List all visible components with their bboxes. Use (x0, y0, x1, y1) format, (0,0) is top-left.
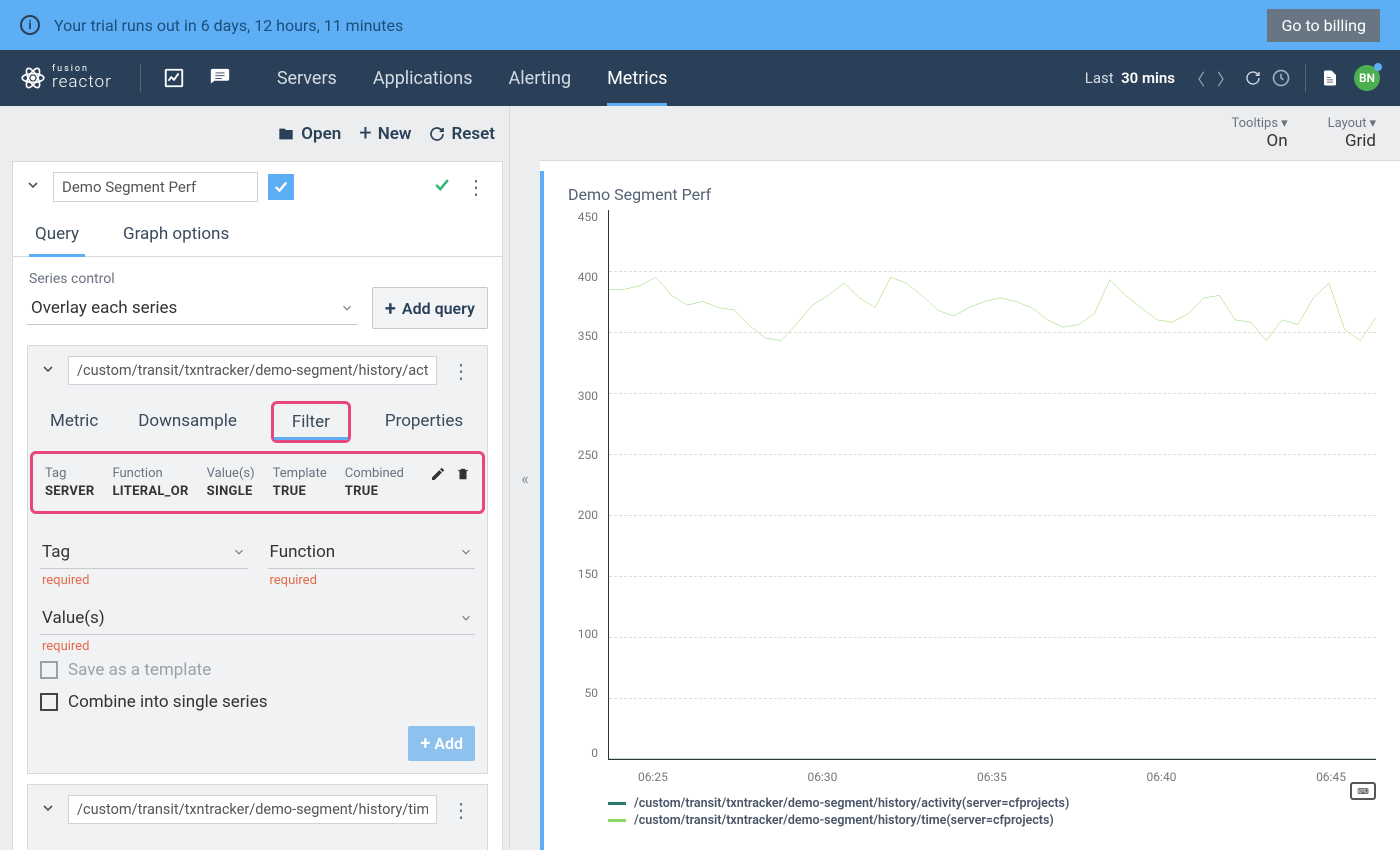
filter-summary-row: TagSERVER FunctionLITERAL_OR Value(s)SIN… (30, 451, 485, 514)
reset-button[interactable]: Reset (429, 124, 495, 144)
combine-checkbox[interactable] (40, 693, 58, 711)
chart: Demo Segment Perf 4504003503002502001501… (540, 171, 1400, 850)
billing-button[interactable]: Go to billing (1267, 9, 1380, 42)
open-button[interactable]: Open (277, 124, 341, 144)
save-template-checkbox[interactable] (40, 661, 58, 679)
query-title-input[interactable] (53, 172, 258, 202)
layout-toggle[interactable]: Layout ▾ Grid (1328, 116, 1376, 151)
collapse-icon[interactable] (25, 177, 43, 197)
time-prev-icon[interactable]: 〈 (1183, 64, 1211, 92)
function-select[interactable]: Function (268, 536, 476, 569)
nav-applications[interactable]: Applications (355, 50, 491, 106)
tab-graph-options[interactable]: Graph options (117, 212, 235, 256)
add-filter-button[interactable]: +Add (408, 726, 475, 761)
qb1-tab-filter[interactable]: Filter (271, 401, 351, 443)
values-select[interactable]: Value(s) (40, 602, 475, 635)
document-icon[interactable] (1316, 64, 1344, 92)
chart-title: Demo Segment Perf (568, 185, 1376, 204)
top-nav: fusion reactor Servers Applications Aler… (0, 50, 1400, 106)
qb1-tab-downsample[interactable]: Downsample (132, 401, 243, 443)
qb2-tab-metric[interactable]: Metric (44, 840, 104, 850)
avatar[interactable]: BN (1354, 65, 1380, 91)
time-range[interactable]: Last 30 mins (1085, 69, 1175, 87)
trial-message: Your trial runs out in 6 days, 12 hours,… (54, 16, 403, 35)
enabled-checkbox[interactable] (268, 174, 294, 200)
series-control-select[interactable]: Overlay each series (27, 292, 358, 325)
nav-alerting[interactable]: Alerting (491, 50, 590, 106)
qb2-collapse-icon[interactable] (40, 800, 58, 820)
edit-filter-icon[interactable] (430, 466, 446, 486)
brand-logo[interactable]: fusion reactor (20, 65, 112, 91)
info-icon: i (20, 15, 40, 35)
qb2-path-input[interactable] (68, 795, 437, 824)
qb1-tab-properties[interactable]: Properties (379, 401, 469, 443)
query-card: ⋮ Query Graph options Series control Ove… (12, 161, 503, 850)
card-menu-icon[interactable]: ⋮ (462, 182, 490, 192)
tooltips-toggle[interactable]: Tooltips ▾ On (1232, 116, 1288, 151)
new-button[interactable]: +New (359, 121, 411, 146)
query-block-1: ⋮ Metric Downsample Filter Properties Ta… (27, 345, 488, 774)
qb2-tab-downsample[interactable]: Downsample (132, 840, 243, 850)
delete-filter-icon[interactable] (456, 466, 470, 486)
chart-icon[interactable] (159, 63, 189, 93)
valid-icon (432, 175, 452, 200)
keyboard-icon[interactable]: ⌨ (1350, 782, 1376, 800)
trial-banner: i Your trial runs out in 6 days, 12 hour… (0, 0, 1400, 50)
tab-query[interactable]: Query (29, 212, 85, 256)
add-query-button[interactable]: +Add query (372, 287, 488, 329)
right-panel: Tooltips ▾ On Layout ▾ Grid Demo Segment… (540, 106, 1400, 850)
qb2-tab-filter[interactable]: Filter (271, 840, 321, 850)
qb2-menu-icon[interactable]: ⋮ (447, 805, 475, 815)
qb2-tab-properties[interactable]: Properties (349, 840, 439, 850)
brand-text: fusion reactor (52, 65, 112, 91)
qb1-tab-metric[interactable]: Metric (44, 401, 104, 443)
left-toolbar: Open +New Reset (0, 106, 509, 161)
refresh-icon[interactable] (1239, 64, 1267, 92)
query-block-2: ⋮ Metric Downsample Filter Properties (27, 784, 488, 850)
series-control-label: Series control (27, 271, 488, 287)
history-icon[interactable] (1267, 64, 1295, 92)
qb1-path-input[interactable] (68, 356, 437, 385)
time-next-icon[interactable]: 〉 (1211, 64, 1239, 92)
legend-item[interactable]: /custom/transit/txntracker/demo-segment/… (608, 796, 1376, 811)
nav-metrics[interactable]: Metrics (589, 50, 685, 106)
comment-icon[interactable] (205, 63, 235, 93)
nav-servers[interactable]: Servers (259, 50, 355, 106)
legend-item[interactable]: /custom/transit/txntracker/demo-segment/… (608, 813, 1376, 828)
qb1-collapse-icon[interactable] (40, 361, 58, 381)
panel-collapse-handle[interactable]: « (510, 106, 540, 850)
tag-select[interactable]: Tag (40, 536, 248, 569)
left-panel: Open +New Reset ⋮ Query Graph options (0, 106, 510, 850)
qb1-menu-icon[interactable]: ⋮ (447, 366, 475, 376)
